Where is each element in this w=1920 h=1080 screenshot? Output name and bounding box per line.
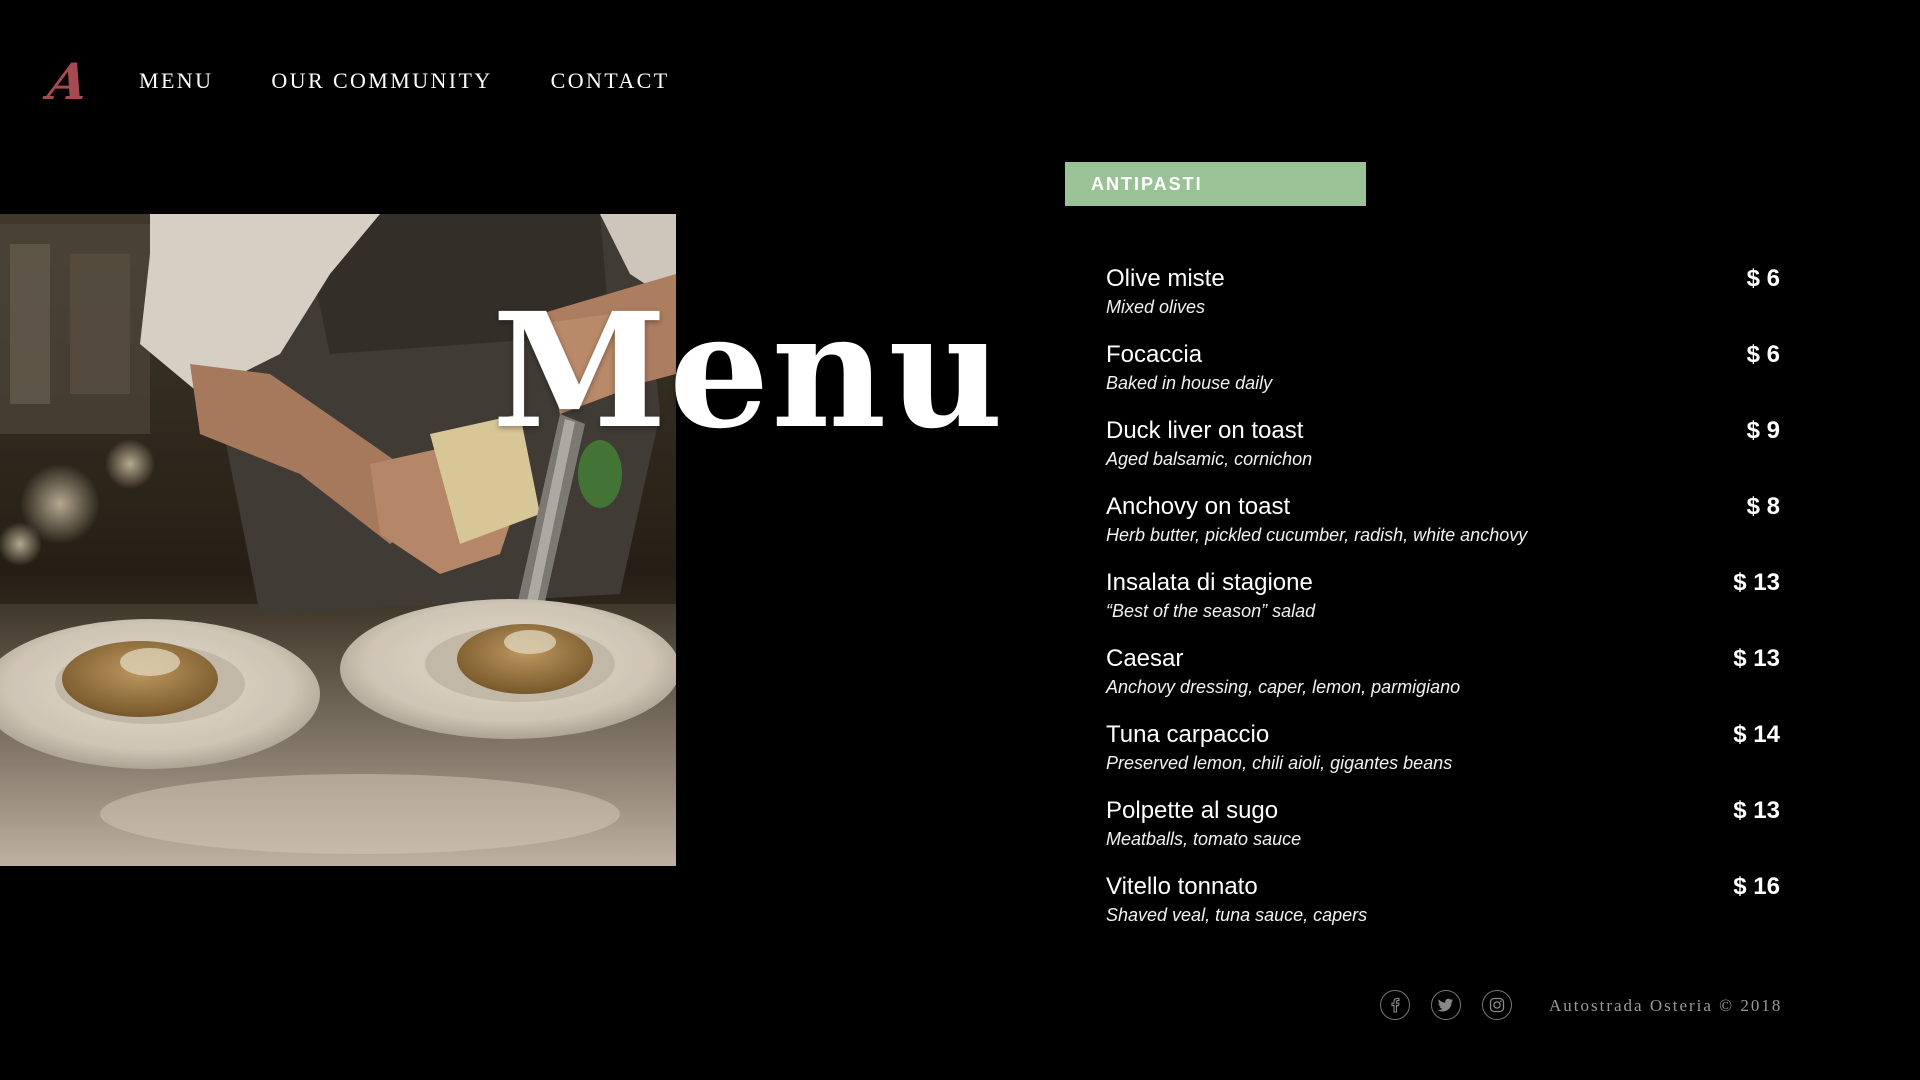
menu-item-name: Caesar — [1106, 645, 1184, 672]
menu-item-price: $ 13 — [1733, 645, 1780, 672]
menu-item-description: Mixed olives — [1106, 297, 1206, 317]
section-tab-antipasti[interactable]: ANTIPASTI — [1065, 162, 1366, 206]
menu-item: Caesar Anchovy dressing, caper, lemon, p… — [1106, 642, 1780, 718]
menu-item-price: $ 9 — [1746, 417, 1780, 444]
menu-item-name: Polpette al sugo — [1106, 797, 1279, 824]
page-title: Menu — [492, 279, 1006, 464]
main-nav: MENU OUR COMMUNITY CONTACT — [139, 68, 670, 94]
menu-item: Duck liver on toast Aged balsamic, corni… — [1106, 414, 1780, 490]
menu-item-price: $ 13 — [1733, 569, 1780, 596]
menu-item-description: Anchovy dressing, caper, lemon, parmigia… — [1106, 677, 1461, 697]
menu-list: Olive miste Mixed olives $ 6 Focaccia Ba… — [1106, 262, 1780, 946]
menu-item-name: Anchovy on toast — [1106, 493, 1291, 520]
menu-item: Polpette al sugo Meatballs, tomato sauce… — [1106, 794, 1780, 870]
menu-item-price: $ 6 — [1746, 265, 1780, 292]
menu-item-price: $ 13 — [1733, 797, 1780, 824]
menu-item-price: $ 6 — [1746, 341, 1780, 368]
menu-item-name: Focaccia — [1106, 341, 1203, 368]
menu-item: Insalata di stagione “Best of the season… — [1106, 566, 1780, 642]
menu-item-name: Tuna carpaccio — [1106, 721, 1270, 748]
social-links — [1380, 990, 1512, 1020]
menu-item-name: Insalata di stagione — [1106, 569, 1313, 596]
logo[interactable]: A — [39, 52, 98, 111]
facebook-icon[interactable] — [1380, 990, 1410, 1020]
menu-item: Olive miste Mixed olives $ 6 — [1106, 262, 1780, 338]
copyright: Autostrada Osteria © 2018 — [1549, 996, 1783, 1015]
menu-item-price: $ 16 — [1733, 873, 1780, 900]
menu-item: Focaccia Baked in house daily $ 6 — [1106, 338, 1780, 414]
menu-item-name: Olive miste — [1106, 265, 1225, 292]
menu-item: Anchovy on toast Herb butter, pickled cu… — [1106, 490, 1780, 566]
menu-item-name: Duck liver on toast — [1106, 417, 1304, 444]
menu-item-description: “Best of the season” salad — [1106, 601, 1316, 621]
menu-item: Vitello tonnato Shaved veal, tuna sauce,… — [1106, 870, 1780, 946]
nav-community-link[interactable]: OUR COMMUNITY — [271, 68, 492, 94]
nav-menu-link[interactable]: MENU — [139, 68, 213, 94]
menu-item-price: $ 14 — [1733, 721, 1780, 748]
menu-item-description: Shaved veal, tuna sauce, capers — [1106, 905, 1368, 925]
menu-item-description: Herb butter, pickled cucumber, radish, w… — [1106, 525, 1528, 545]
menu-item-description: Preserved lemon, chili aioli, gigantes b… — [1106, 753, 1453, 773]
menu-item-price: $ 8 — [1746, 493, 1780, 520]
nav-contact-link[interactable]: CONTACT — [551, 68, 670, 94]
menu-item-description: Baked in house daily — [1106, 373, 1273, 393]
twitter-icon[interactable] — [1431, 990, 1461, 1020]
instagram-icon[interactable] — [1482, 990, 1512, 1020]
menu-item-name: Vitello tonnato — [1106, 873, 1258, 900]
menu-item-description: Meatballs, tomato sauce — [1106, 829, 1302, 849]
menu-item: Tuna carpaccio Preserved lemon, chili ai… — [1106, 718, 1780, 794]
menu-item-description: Aged balsamic, cornichon — [1106, 449, 1313, 469]
